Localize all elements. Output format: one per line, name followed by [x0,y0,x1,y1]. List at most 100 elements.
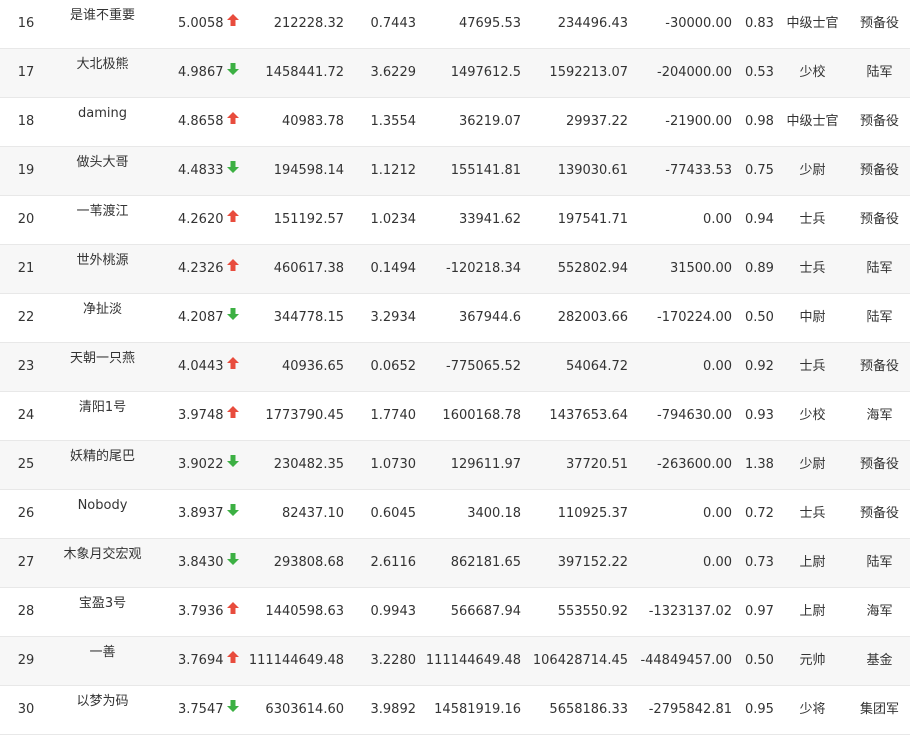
unit-label: 预备役 [859,457,899,472]
military-rank-label: 少尉 [799,457,826,472]
score-value: 3.9748 [178,408,224,423]
profit-value: 3400.18 [467,506,521,521]
trader-name-link[interactable]: 大北极熊 [55,57,150,73]
profit-value: 129611.97 [450,457,521,472]
score-value: 4.4833 [178,163,224,178]
trader-name-link[interactable]: 净扯淡 [55,302,150,318]
table-row[interactable]: 16 是谁不重要 5.0058 212228.32 0.7443 47695.5… [0,0,910,49]
assets-value: 111144649.48 [248,653,344,668]
trader-name-link[interactable]: 做头大哥 [55,155,150,171]
rank-number: 26 [17,506,35,521]
position-ratio-value: 0.94 [745,212,774,227]
trader-name-link[interactable]: 宝盈3号 [55,596,150,612]
table-row[interactable]: 28 宝盈3号 3.7936 1440598.63 0.9943 566687.… [0,588,910,637]
unit-label: 陆军 [866,310,893,325]
score-value: 4.2620 [178,212,224,227]
unit-label: 陆军 [866,261,893,276]
military-rank-label: 士兵 [799,359,826,374]
table-row[interactable]: 26 Nobody 3.8937 82437.10 0.6045 3400.18… [0,490,910,539]
trader-name-link[interactable]: daming [55,106,150,122]
unit-label: 陆军 [866,65,893,80]
net-flow-value: -170224.00 [657,310,732,325]
military-rank-label: 上尉 [799,555,826,570]
arrow-up-icon [227,651,239,663]
table-row[interactable]: 23 天朝一只燕 4.0443 40936.65 0.0652 -775065.… [0,343,910,392]
arrow-up-icon [227,602,239,614]
trader-name-link[interactable]: 世外桃源 [55,253,150,269]
trader-name-link[interactable]: 妖精的尾巴 [55,449,150,465]
market-value: 5658186.33 [549,702,628,717]
ratio-value: 1.1212 [370,163,417,178]
trader-name-link[interactable]: 一善 [55,645,150,661]
assets-value: 1773790.45 [265,408,344,423]
position-ratio-value: 0.53 [745,65,774,80]
table-row[interactable]: 18 daming 4.8658 40983.78 1.3554 36219.0… [0,98,910,147]
ratio-value: 3.2280 [370,653,417,668]
rank-number: 23 [17,359,35,374]
unit-label: 预备役 [859,16,899,31]
assets-value: 460617.38 [273,261,344,276]
market-value: 553550.92 [557,604,628,619]
market-value: 29937.22 [565,114,628,129]
military-rank-label: 元帅 [799,653,826,668]
market-value: 37720.51 [565,457,628,472]
net-flow-value: 0.00 [703,506,732,521]
assets-value: 151192.57 [273,212,344,227]
profit-value: -120218.34 [446,261,521,276]
assets-value: 40983.78 [281,114,344,129]
table-row[interactable]: 27 木象月交宏观 3.8430 293808.68 2.6116 862181… [0,539,910,588]
rank-number: 27 [17,555,35,570]
ratio-value: 1.0234 [370,212,417,227]
ratio-value: 1.3554 [370,114,417,129]
trader-name-link[interactable]: 木象月交宏观 [55,547,150,563]
unit-label: 预备役 [859,212,899,227]
profit-value: 33941.62 [458,212,521,227]
profit-value: 1600168.78 [442,408,521,423]
assets-value: 40936.65 [281,359,344,374]
table-row[interactable]: 20 一苇渡江 4.2620 151192.57 1.0234 33941.62… [0,196,910,245]
ratio-value: 0.9943 [370,604,417,619]
score-value: 4.8658 [178,114,224,129]
rank-number: 21 [17,261,35,276]
arrow-down-icon [227,700,239,712]
ratio-value: 0.1494 [370,261,417,276]
trader-name-link[interactable]: 以梦为码 [55,694,150,710]
rank-number: 30 [17,702,35,717]
arrow-down-icon [227,308,239,320]
rank-number: 24 [17,408,35,423]
military-rank-label: 上尉 [799,604,826,619]
market-value: 234496.43 [557,16,628,31]
military-rank-label: 少校 [799,65,826,80]
score-value: 5.0058 [178,16,224,31]
table-row[interactable]: 29 一善 3.7694 111144649.48 3.2280 1111446… [0,637,910,686]
unit-label: 预备役 [859,359,899,374]
unit-label: 集团军 [859,702,899,717]
profit-value: 1497612.5 [450,65,521,80]
table-row[interactable]: 21 世外桃源 4.2326 460617.38 0.1494 -120218.… [0,245,910,294]
trader-name-link[interactable]: 是谁不重要 [55,8,150,24]
ratio-value: 3.9892 [370,702,417,717]
net-flow-value: -204000.00 [657,65,732,80]
trader-name-link[interactable]: 清阳1号 [55,400,150,416]
ratio-value: 0.0652 [370,359,417,374]
table-row[interactable]: 22 净扯淡 4.2087 344778.15 3.2934 367944.6 … [0,294,910,343]
net-flow-value: -263600.00 [657,457,732,472]
military-rank-label: 士兵 [799,261,826,276]
market-value: 552802.94 [557,261,628,276]
table-row[interactable]: 25 妖精的尾巴 3.9022 230482.35 1.0730 129611.… [0,441,910,490]
trader-name-link[interactable]: 一苇渡江 [55,204,150,220]
ratio-value: 1.0730 [370,457,417,472]
assets-value: 194598.14 [273,163,344,178]
table-row[interactable]: 19 做头大哥 4.4833 194598.14 1.1212 155141.8… [0,147,910,196]
market-value: 106428714.45 [532,653,628,668]
profit-value: 566687.94 [450,604,521,619]
table-row[interactable]: 24 清阳1号 3.9748 1773790.45 1.7740 1600168… [0,392,910,441]
military-rank-label: 士兵 [799,506,826,521]
market-value: 110925.37 [557,506,628,521]
trader-name-link[interactable]: Nobody [55,498,150,514]
table-row[interactable]: 17 大北极熊 4.9867 1458441.72 3.6229 1497612… [0,49,910,98]
market-value: 397152.22 [557,555,628,570]
trader-name-link[interactable]: 天朝一只燕 [55,351,150,367]
position-ratio-value: 0.95 [745,702,774,717]
rank-number: 25 [17,457,35,472]
